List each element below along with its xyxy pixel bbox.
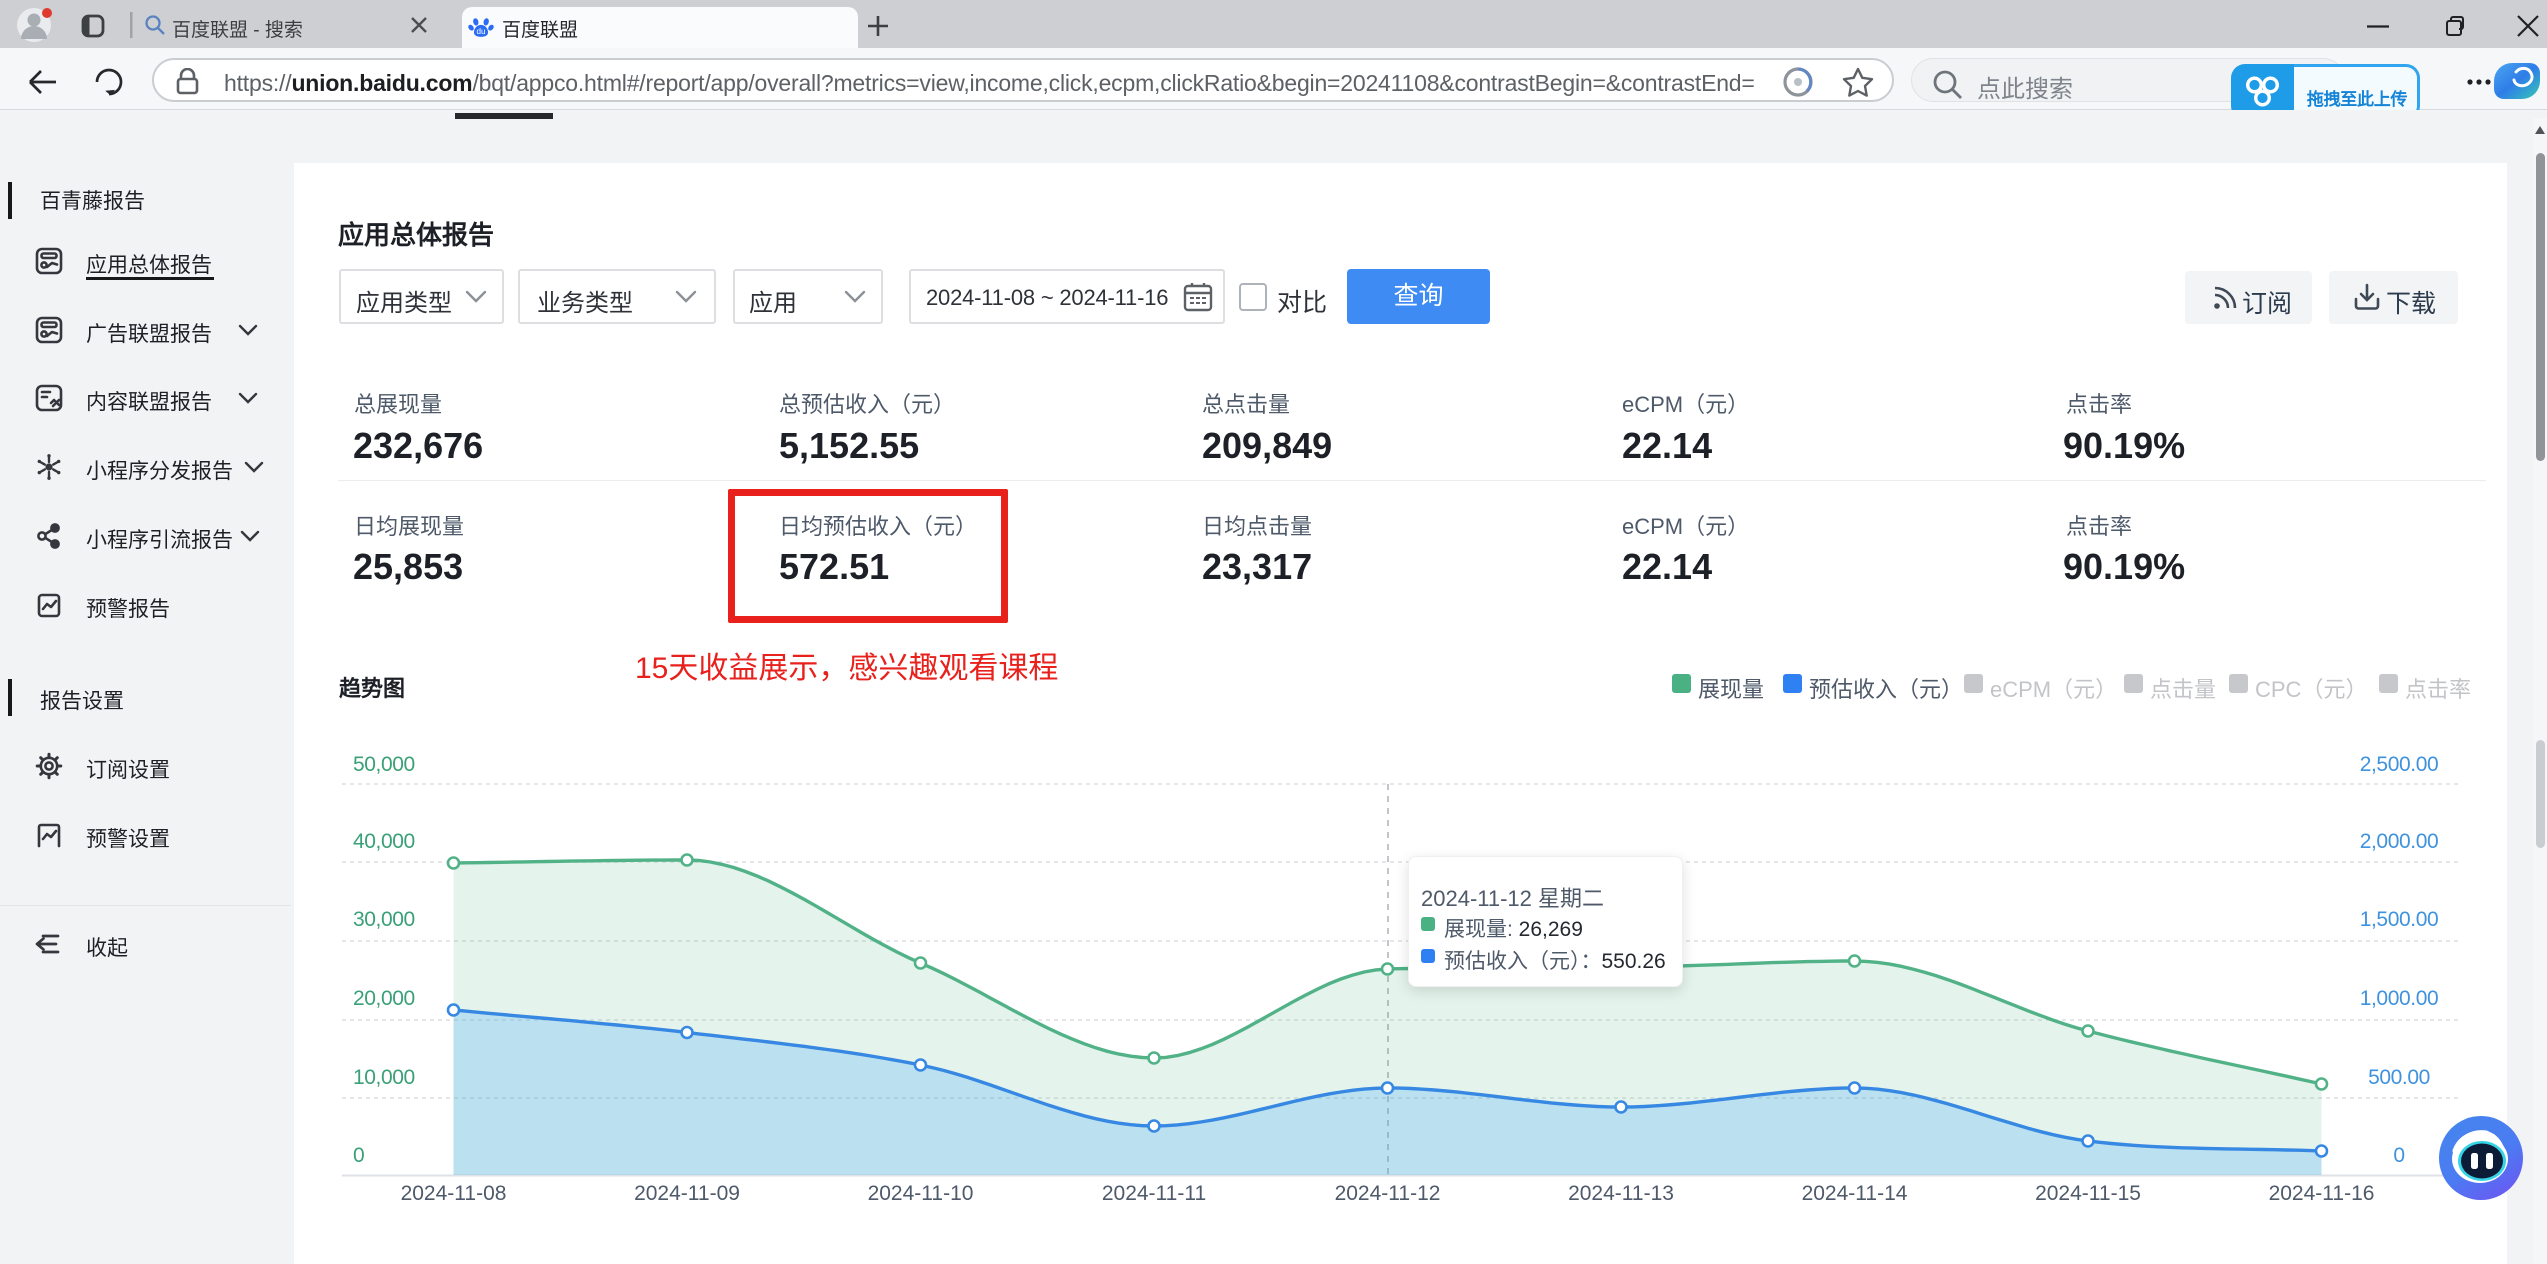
svg-text:du: du <box>476 27 485 36</box>
